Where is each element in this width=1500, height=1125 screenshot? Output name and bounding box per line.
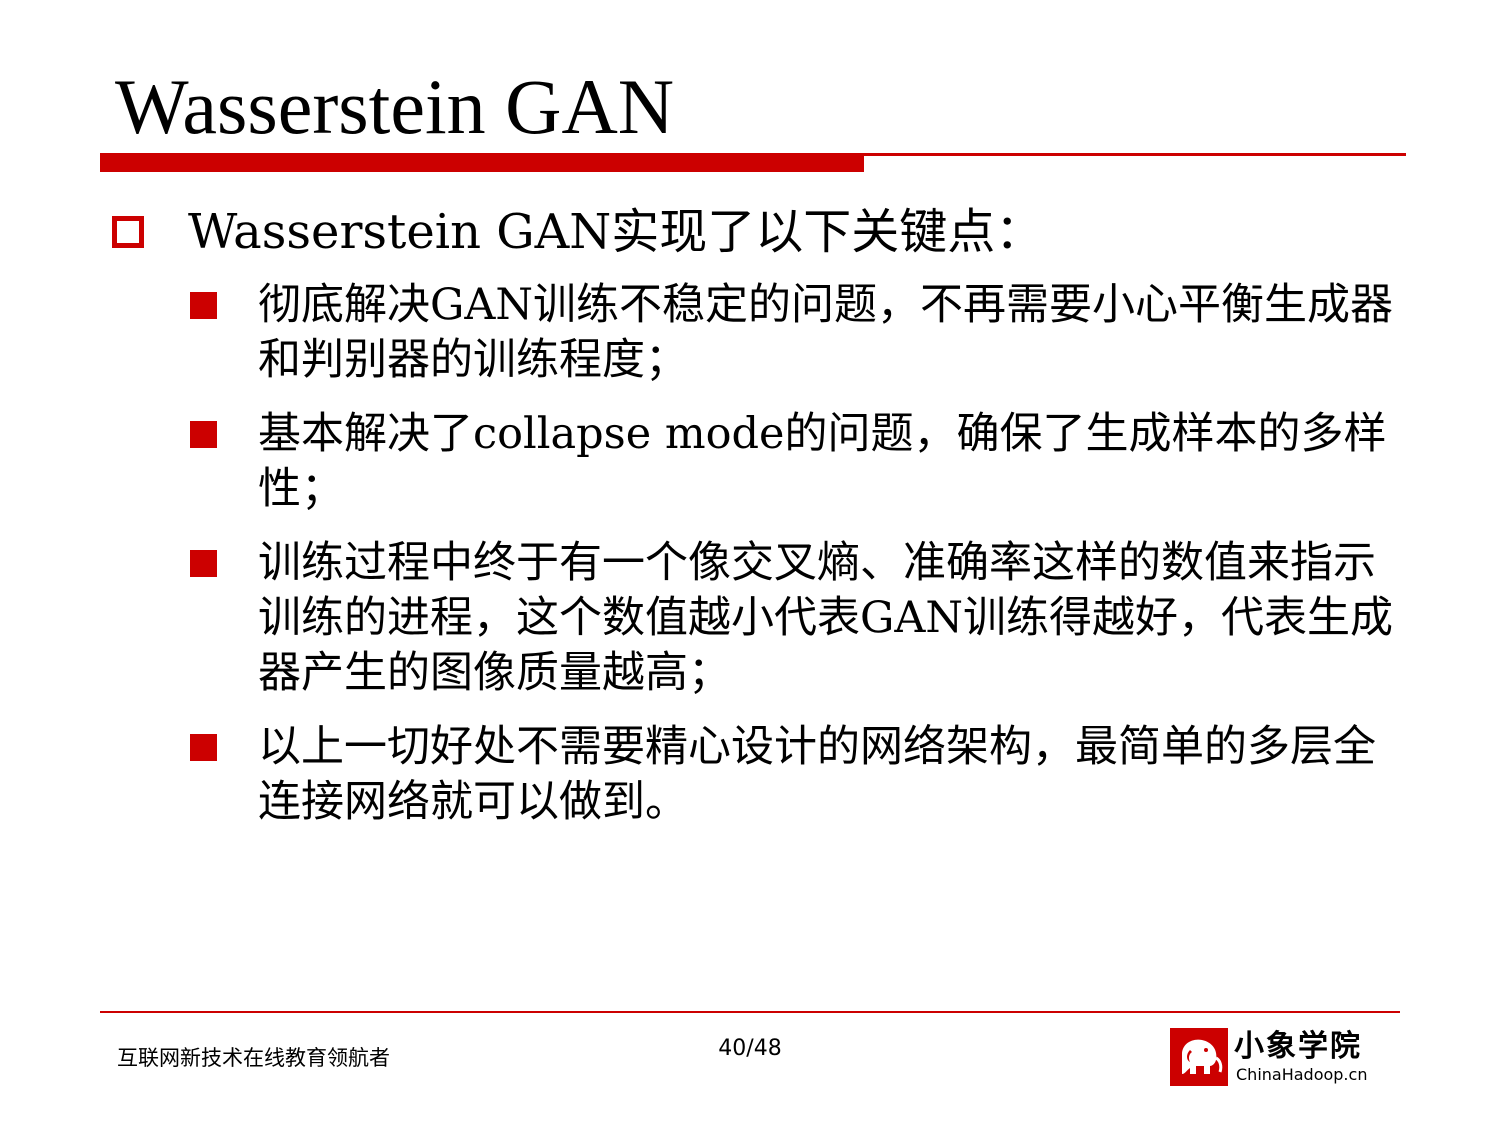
bullet-item-text: 训练过程中终于有一个像交叉熵、准确率这样的数值来指示训练的进程，这个数值越小代表… <box>258 538 1394 698</box>
filled-square-icon <box>190 421 217 448</box>
bullet-item: 训练过程中终于有一个像交叉熵、准确率这样的数值来指示训练的进程，这个数值越小代表… <box>112 536 1402 701</box>
footer-slogan: 互联网新技术在线教育领航者 <box>117 1046 390 1070</box>
page-number: 40/48 <box>718 1036 782 1061</box>
bullet-item: 基本解决了collapse mode的问题，确保了生成样本的多样性； <box>112 407 1402 517</box>
bullet-item: 彻底解决GAN训练不稳定的问题，不再需要小心平衡生成器和判别器的训练程度； <box>112 278 1402 388</box>
bullet-list: 彻底解决GAN训练不稳定的问题，不再需要小心平衡生成器和判别器的训练程度； 基本… <box>112 278 1402 830</box>
brand-logo-block: 小象学院 ChinaHadoop.cn <box>1170 1028 1390 1086</box>
bullet-item-text: 基本解决了collapse mode的问题，确保了生成样本的多样性； <box>258 409 1387 514</box>
bullet-item-text: 以上一切好处不需要精心设计的网络架构，最简单的多层全连接网络就可以做到。 <box>258 722 1376 827</box>
bullet-heading-text: Wasserstein GAN实现了以下关键点： <box>188 204 1044 260</box>
filled-square-icon <box>190 550 217 577</box>
bullet-heading: Wasserstein GAN实现了以下关键点： <box>112 200 1402 264</box>
slide-content: Wasserstein GAN实现了以下关键点： 彻底解决GAN训练不稳定的问题… <box>112 200 1402 849</box>
footer-divider <box>100 1011 1400 1013</box>
hollow-square-icon <box>112 216 144 248</box>
title-underline-thick <box>100 156 864 172</box>
filled-square-icon <box>190 292 217 319</box>
slide-title: Wasserstein GAN <box>115 63 675 150</box>
brand-name: 小象学院 <box>1234 1029 1362 1064</box>
bullet-item: 以上一切好处不需要精心设计的网络架构，最简单的多层全连接网络就可以做到。 <box>112 720 1402 830</box>
elephant-logo-icon <box>1170 1028 1228 1086</box>
bullet-item-text: 彻底解决GAN训练不稳定的问题，不再需要小心平衡生成器和判别器的训练程度； <box>258 280 1394 385</box>
filled-square-icon <box>190 734 217 761</box>
brand-url: ChinaHadoop.cn <box>1236 1065 1368 1084</box>
